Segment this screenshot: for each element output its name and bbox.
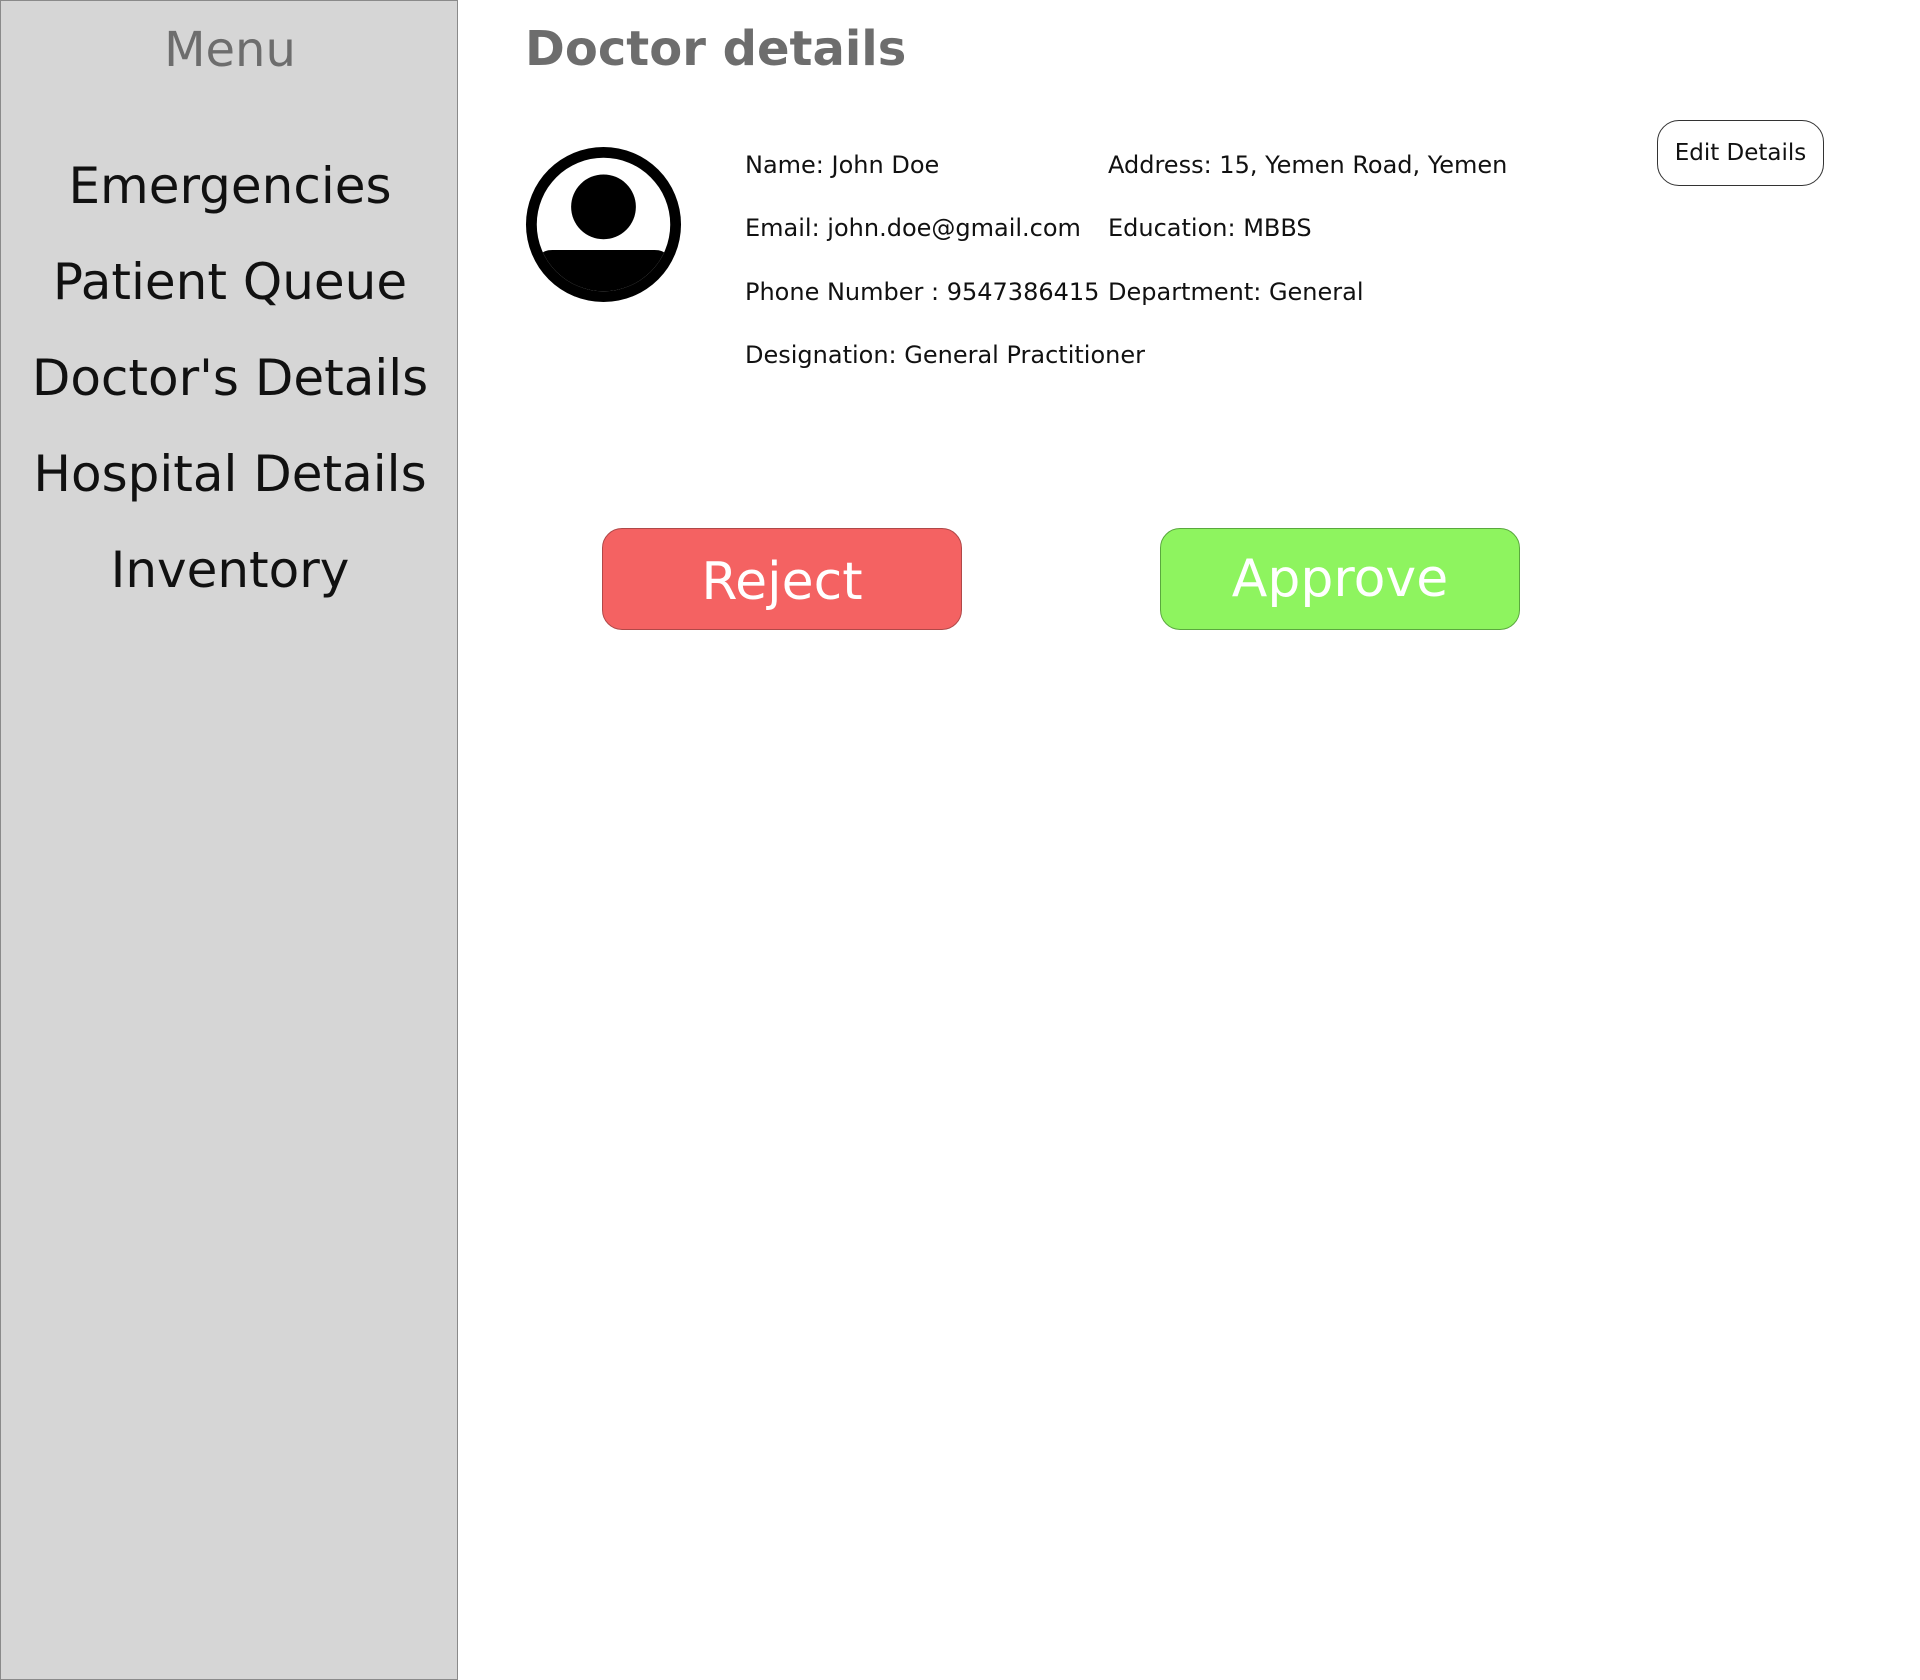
doctor-address: Address: 15, Yemen Road, Yemen [1108,151,1508,179]
reject-button[interactable]: Reject [602,528,962,630]
sidebar-item-inventory[interactable]: Inventory [1,535,459,605]
sidebar-item-doctors-details[interactable]: Doctor's Details [1,343,459,413]
sidebar-item-hospital-details[interactable]: Hospital Details [1,439,459,509]
page-title: Doctor details [525,21,907,77]
doctor-name: Name: John Doe [745,151,940,179]
sidebar-item-patient-queue[interactable]: Patient Queue [1,247,459,317]
sidebar-title: Menu [164,22,296,78]
doctor-phone: Phone Number : 9547386415 [745,278,1100,306]
app-root: Menu Emergencies Patient Queue Doctor's … [0,0,1920,1680]
approve-button[interactable]: Approve [1160,528,1520,630]
sidebar-menu: Menu Emergencies Patient Queue Doctor's … [0,0,458,1680]
doctor-education: Education: MBBS [1108,214,1312,242]
user-avatar-icon [525,146,682,303]
doctor-email: Email: john.doe@gmail.com [745,214,1081,242]
doctor-department: Department: General [1108,278,1364,306]
sidebar-item-emergencies[interactable]: Emergencies [1,151,459,221]
doctor-designation: Designation: General Practitioner [745,341,1145,369]
edit-details-button[interactable]: Edit Details [1657,120,1824,186]
